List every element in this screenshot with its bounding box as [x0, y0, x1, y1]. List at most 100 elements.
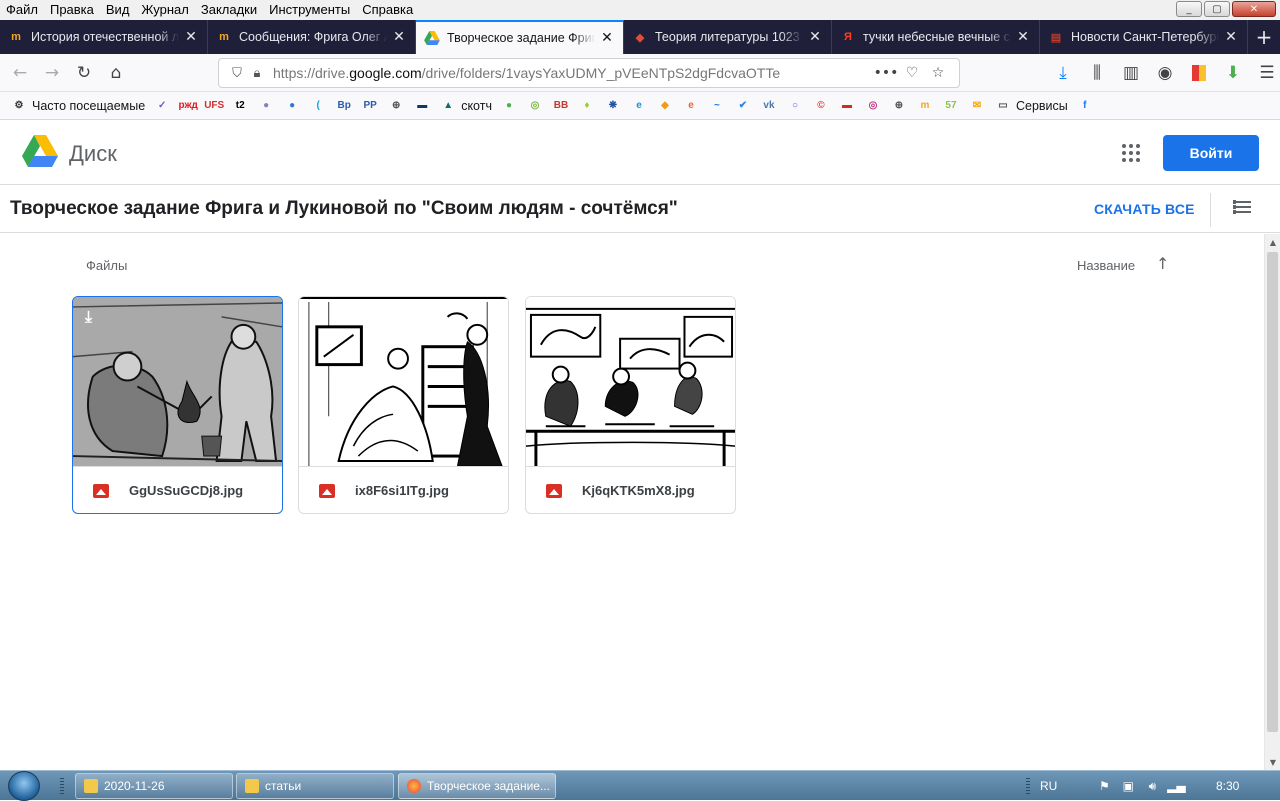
account-icon[interactable]: ◉: [1148, 57, 1182, 89]
close-icon[interactable]: ✕: [807, 29, 823, 45]
bookmark-site-8[interactable]: Вр: [335, 98, 353, 114]
menu-history[interactable]: Журнал: [135, 0, 194, 20]
file-thumbnail[interactable]: [299, 297, 508, 467]
sort-by-name-button[interactable]: Название: [1077, 258, 1135, 273]
menu-view[interactable]: Вид: [100, 0, 136, 20]
scroll-thumb[interactable]: [1267, 252, 1278, 732]
clock[interactable]: 8:30: [1216, 779, 1239, 793]
bookmark-site-15[interactable]: ВВ: [552, 98, 570, 114]
bookmark-scotch[interactable]: ▲ скотч: [439, 98, 492, 114]
sidebar-icon[interactable]: ▥: [1114, 57, 1148, 89]
bookmark-site-13[interactable]: ●: [500, 98, 518, 114]
bookmark-site-9[interactable]: РР: [361, 98, 379, 114]
bookmark-ufs-3[interactable]: UFS: [204, 98, 224, 114]
vertical-scrollbar[interactable]: ▲ ▼: [1264, 234, 1280, 770]
scroll-up-icon[interactable]: ▲: [1265, 234, 1280, 250]
url-bar[interactable]: ⛉ 🔒︎ https://drive.google.com/drive/fold…: [218, 58, 960, 88]
tab-yandex-search[interactable]: Я тучки небесные вечные странники ✕: [832, 20, 1040, 54]
bookmark-site-11[interactable]: ▬: [413, 98, 431, 114]
bookmark-site-16[interactable]: ♦: [578, 98, 596, 114]
reload-icon[interactable]: ↻: [68, 57, 100, 89]
star-icon[interactable]: ☆: [925, 65, 951, 81]
close-icon[interactable]: ✕: [183, 29, 199, 45]
close-window-button[interactable]: ✕: [1232, 1, 1276, 17]
tab-history-literature[interactable]: m История отечественной литературы ✕: [0, 20, 208, 54]
scroll-down-icon[interactable]: ▼: [1265, 754, 1280, 770]
bookmark-edge-18[interactable]: e: [630, 98, 648, 114]
download-icon[interactable]: ⤓: [85, 307, 92, 327]
bookmark-globe-10[interactable]: ⊕: [387, 98, 405, 114]
bookmark-copyright-25[interactable]: ©: [812, 98, 830, 114]
tab-spb-news[interactable]: ▤ Новости Санкт-Петербурга ✕: [1040, 20, 1248, 54]
sign-in-button[interactable]: Войти: [1163, 135, 1259, 171]
library-icon[interactable]: ⫼: [1080, 57, 1114, 89]
download-all-button[interactable]: СКАЧАТЬ ВСЕ: [1094, 201, 1195, 217]
menu-edit[interactable]: Правка: [44, 0, 100, 20]
close-icon[interactable]: ✕: [391, 29, 407, 45]
device-icon[interactable]: ▣: [1121, 779, 1135, 793]
menu-bookmarks[interactable]: Закладки: [195, 0, 263, 20]
close-icon[interactable]: ✕: [599, 30, 615, 46]
url-input[interactable]: https://drive.google.com/drive/folders/1…: [273, 65, 873, 81]
language-indicator[interactable]: RU: [1040, 779, 1057, 793]
taskbar-item-folder-articles[interactable]: статьи: [236, 773, 394, 799]
network-signal-icon[interactable]: ▂▄: [1167, 779, 1185, 793]
menu-icon[interactable]: ☰: [1250, 57, 1280, 89]
menu-file[interactable]: Файл: [0, 0, 44, 20]
bookmark-site-17[interactable]: ❋: [604, 98, 622, 114]
google-drive-logo[interactable]: [22, 135, 58, 167]
bookmark-site-1[interactable]: ✓: [153, 98, 171, 114]
taskbar-item-folder-2020-11-26[interactable]: 2020-11-26: [75, 773, 233, 799]
close-icon[interactable]: ✕: [1015, 29, 1031, 45]
list-view-icon[interactable]: [1233, 200, 1251, 217]
bookmark-site-7[interactable]: (: [309, 98, 327, 114]
maximize-button[interactable]: ▢: [1204, 1, 1230, 17]
file-thumbnail[interactable]: [526, 297, 735, 467]
pocket-icon[interactable]: ♡: [899, 65, 925, 81]
bookmark-site-30[interactable]: 57: [942, 98, 960, 114]
apps-grid-icon[interactable]: [1118, 140, 1144, 166]
shield-icon[interactable]: ⛉: [227, 66, 247, 81]
bookmark-mail-31[interactable]: ✉: [968, 98, 986, 114]
sort-direction-icon[interactable]: ↑: [1156, 254, 1169, 273]
minimize-button[interactable]: _: [1176, 1, 1202, 17]
action-center-icon[interactable]: ⚑: [1097, 779, 1111, 793]
bookmark-instagram-27[interactable]: ◎: [864, 98, 882, 114]
close-icon[interactable]: ✕: [1223, 29, 1239, 45]
more-icon[interactable]: •••: [873, 65, 899, 81]
bookmark-site-21[interactable]: ~: [708, 98, 726, 114]
forward-icon[interactable]: →: [36, 57, 68, 89]
lock-icon[interactable]: 🔒︎: [247, 66, 267, 81]
bookmark-site-24[interactable]: ○: [786, 98, 804, 114]
taskbar-item-firefox[interactable]: Творческое задание...: [398, 773, 556, 799]
file-card[interactable]: Kj6qKTK5mX8.jpg: [525, 296, 736, 514]
bookmark-vk-23[interactable]: vk: [760, 98, 778, 114]
tab-messages[interactable]: m Сообщения: Фрига Олег Андреевич ✕: [208, 20, 416, 54]
back-icon[interactable]: ←: [4, 57, 36, 89]
new-tab-button[interactable]: +: [1248, 20, 1280, 54]
tab-drive-folder[interactable]: Творческое задание Фрига и Лукиновой ✕: [416, 20, 624, 54]
start-button[interactable]: [8, 771, 46, 801]
tab-literature-theory[interactable]: ◆ Теория литературы 1023 апреля ✕: [624, 20, 832, 54]
bookmark-site-6[interactable]: ●: [283, 98, 301, 114]
menu-tools[interactable]: Инструменты: [263, 0, 356, 20]
bookmark-globe-28[interactable]: ⊕: [890, 98, 908, 114]
download-icon[interactable]: ⤓: [1046, 57, 1080, 89]
bookmark-check-22[interactable]: ✔: [734, 98, 752, 114]
bookmark-site-19[interactable]: ◆: [656, 98, 674, 114]
bookmark-moodle-29[interactable]: m: [916, 98, 934, 114]
menu-help[interactable]: Справка: [356, 0, 419, 20]
bookmark-frequently-visited[interactable]: ⚙ Часто посещаемые: [10, 98, 146, 114]
bookmark-site-14[interactable]: ◎: [526, 98, 544, 114]
bookmark-facebook-33[interactable]: f: [1076, 98, 1094, 114]
bookmark-site-5[interactable]: ●: [257, 98, 275, 114]
home-icon[interactable]: ⌂: [100, 57, 132, 89]
flag-icon[interactable]: [1182, 57, 1216, 89]
file-card[interactable]: ix8F6si1ITg.jpg: [298, 296, 509, 514]
bookmark-site-20[interactable]: e: [682, 98, 700, 114]
bookmark-site-26[interactable]: ▬: [838, 98, 856, 114]
volume-icon[interactable]: 🔊︎: [1145, 779, 1159, 793]
addon-download-icon[interactable]: ⬇: [1216, 57, 1250, 89]
bookmark-rzd-2[interactable]: ржд: [178, 98, 197, 114]
bookmark-services-folder[interactable]: ▭ Сервисы: [994, 98, 1068, 114]
